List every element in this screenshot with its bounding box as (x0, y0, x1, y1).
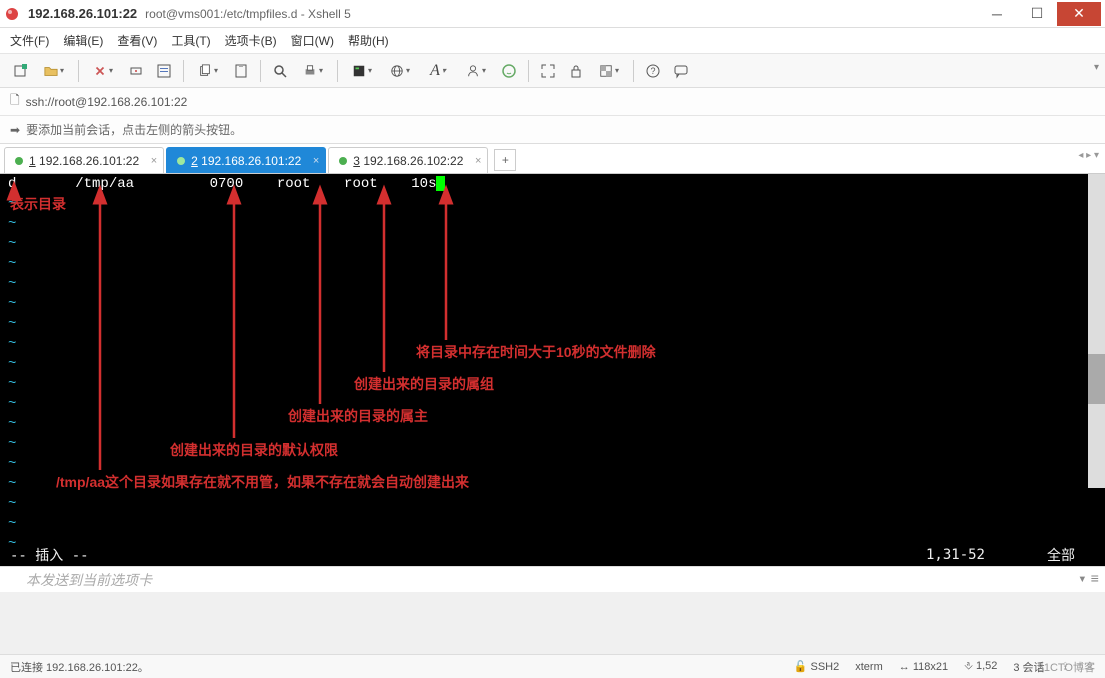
tab-session-1[interactable]: 1 192.168.26.101:22 × (4, 147, 164, 173)
comment-icon[interactable] (668, 58, 694, 84)
status-bar: 已连接 192.168.26.101:22。 🔓 SSH2 xterm ↔ 11… (0, 654, 1105, 678)
url-lock-icon: 🗋 (10, 91, 20, 112)
menu-file[interactable]: 文件(F) (10, 32, 49, 49)
paste-icon[interactable] (228, 58, 254, 84)
tab-close-icon[interactable]: × (475, 155, 481, 167)
status-dot-icon (177, 157, 185, 165)
find-icon[interactable] (267, 58, 293, 84)
svg-text:?: ? (650, 66, 655, 76)
status-connection: 已连接 192.168.26.101:22。 (10, 659, 149, 675)
watermark: 51CTO博客 (1038, 659, 1095, 675)
print-icon[interactable] (295, 58, 331, 84)
tab-session-3[interactable]: 3 192.168.26.102:22 × (328, 147, 488, 173)
annotation-group: 创建出来的目录的属组 (354, 374, 494, 394)
fullscreen-icon[interactable] (535, 58, 561, 84)
terminal-scrollbar[interactable] (1088, 174, 1105, 488)
title-path: root@vms001:/etc/tmpfiles.d - Xshell 5 (145, 7, 351, 21)
tab-add-button[interactable]: + (494, 149, 516, 171)
color-scheme-icon[interactable] (344, 58, 380, 84)
vim-position: 1,31-52 (926, 547, 985, 563)
close-button[interactable]: ✕ (1057, 2, 1101, 26)
properties-icon[interactable] (151, 58, 177, 84)
tab-close-icon[interactable]: × (313, 155, 319, 167)
transparency-icon[interactable] (591, 58, 627, 84)
annotation-perm: 创建出来的目录的默认权限 (170, 440, 338, 460)
annotation-dir: 表示目录 (10, 194, 66, 214)
address-url[interactable]: ssh://root@192.168.26.101:22 (26, 95, 188, 109)
tab-session-2[interactable]: 2 192.168.26.101:22 × (166, 147, 326, 173)
maximize-button[interactable]: ☐ (1017, 2, 1057, 26)
status-dot-icon (15, 157, 23, 165)
hint-arrow-icon[interactable]: ➡ (10, 123, 20, 137)
compose-menu-icon[interactable]: ≡ (1091, 572, 1099, 588)
annotation-path: /tmp/aa这个目录如果存在就不用管，如果不存在就会自动创建出来 (56, 472, 469, 492)
annotation-owner: 创建出来的目录的属主 (288, 406, 428, 426)
open-session-icon[interactable] (36, 58, 72, 84)
annotation-age: 将目录中存在时间大于10秒的文件删除 (416, 342, 656, 362)
tab-strip: 1 192.168.26.101:22 × 2 192.168.26.101:2… (0, 144, 1105, 174)
toolbar: A ? ▾ (0, 54, 1105, 88)
menu-tools[interactable]: 工具(T) (171, 32, 210, 49)
tab-close-icon[interactable]: × (151, 155, 157, 167)
menu-help[interactable]: 帮助(H) (348, 32, 389, 49)
toolbar-overflow-icon[interactable]: ▾ (1094, 62, 1099, 73)
status-dot-icon (339, 157, 347, 165)
minimize-button[interactable]: ─ (977, 2, 1017, 26)
globe-icon[interactable] (382, 58, 418, 84)
compose-dropdown-icon[interactable]: ▾ (1078, 571, 1086, 588)
vim-mode: -- 插入 -- (10, 545, 89, 565)
reconnect-icon[interactable] (85, 58, 121, 84)
app-icon (4, 6, 20, 22)
menu-view[interactable]: 查看(V) (117, 32, 157, 49)
lock-icon[interactable] (563, 58, 589, 84)
help-icon[interactable]: ? (640, 58, 666, 84)
menu-edit[interactable]: 编辑(E) (63, 32, 103, 49)
script-icon[interactable] (496, 58, 522, 84)
vim-status-line: -- 插入 -- 1,31-52 全部 (0, 544, 1105, 566)
cursor (436, 176, 445, 191)
user-icon[interactable] (458, 58, 494, 84)
terminal-pane[interactable]: d /tmp/aa 0700 root root 10s ~ ~ ~ ~ ~ ~… (0, 174, 1105, 592)
status-term-type: xterm (855, 661, 883, 673)
new-session-icon[interactable] (8, 58, 34, 84)
status-size: ↔ 118x21 (899, 661, 948, 673)
vim-percent: 全部 (1047, 545, 1075, 565)
menu-window[interactable]: 窗口(W) (291, 32, 334, 49)
hint-text: 要添加当前会话，点击左侧的箭头按钮。 (26, 121, 242, 138)
title-host: 192.168.26.101:22 (28, 6, 137, 21)
copy-icon[interactable] (190, 58, 226, 84)
title-bar: 192.168.26.101:22 root@vms001:/etc/tmpfi… (0, 0, 1105, 28)
status-cursor-pos: ⎀ 1,52 (964, 660, 997, 673)
menu-tabs[interactable]: 选项卡(B) (225, 32, 277, 49)
tab-nav-icon[interactable]: ◂ ▸ ▾ (1078, 150, 1099, 161)
menu-bar: 文件(F) 编辑(E) 查看(V) 工具(T) 选项卡(B) 窗口(W) 帮助(… (0, 28, 1105, 54)
font-icon[interactable]: A (420, 58, 456, 84)
status-lock-icon: 🔓 SSH2 (794, 660, 840, 673)
disconnect-icon[interactable] (123, 58, 149, 84)
hint-bar: ➡ 要添加当前会话，点击左侧的箭头按钮。 (0, 116, 1105, 144)
address-bar: 🗋 ssh://root@192.168.26.101:22 (0, 88, 1105, 116)
compose-input[interactable]: 本发送到当前选项卡 ▾ ≡ (0, 566, 1105, 592)
